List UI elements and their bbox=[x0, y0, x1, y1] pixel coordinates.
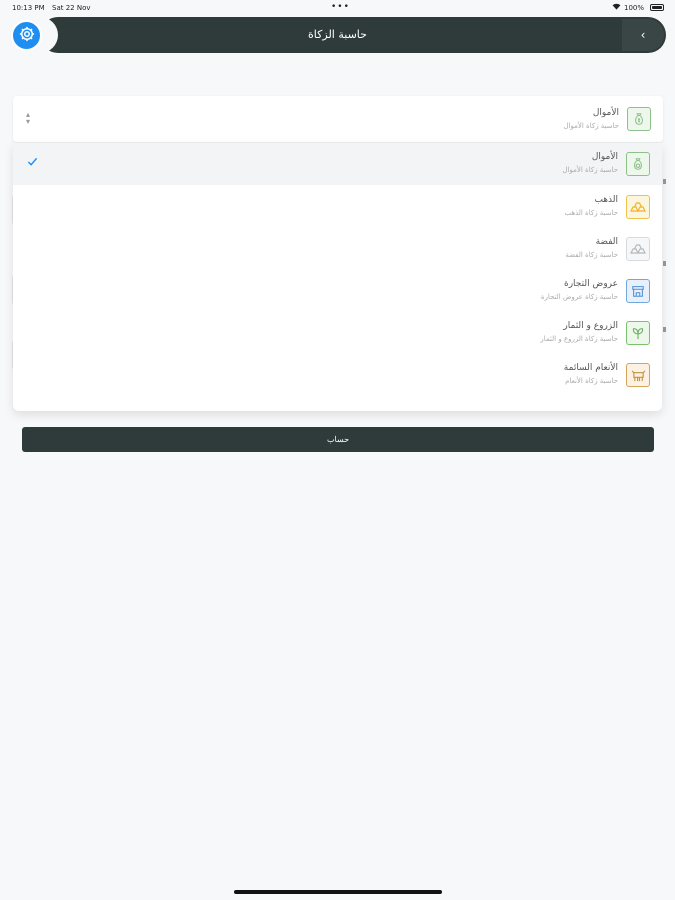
option-money[interactable]: الأموال حاسبة زكاة الأموال bbox=[13, 143, 662, 185]
option-crops[interactable]: الزروع و الثمار حاسبة زكاة الزروع و الثم… bbox=[13, 312, 662, 354]
option-subtitle: حاسبة زكاة الذهب bbox=[564, 209, 618, 217]
option-title: الذهب bbox=[594, 195, 618, 205]
money-bag-icon bbox=[626, 152, 650, 176]
option-subtitle: حاسبة زكاة الزروع و الثمار bbox=[540, 335, 618, 343]
battery-icon bbox=[650, 4, 664, 11]
home-indicator[interactable] bbox=[234, 890, 442, 894]
zakat-type-dropdown: الأموال حاسبة زكاة الأموال الذهب حاسبة ز… bbox=[13, 143, 662, 411]
calculate-button[interactable]: حساب bbox=[22, 427, 654, 452]
multitasking-dots[interactable]: ••• bbox=[331, 2, 350, 12]
gold-bars-icon bbox=[626, 195, 650, 219]
chevron-updown-icon: ▴ ▾ bbox=[25, 110, 30, 126]
back-button[interactable]: ‹ bbox=[622, 19, 664, 51]
status-time: 10:13 PM bbox=[12, 4, 45, 12]
livestock-icon bbox=[626, 363, 650, 387]
status-bar: 10:13 PM Sat 22 Nov ••• 100% bbox=[0, 0, 675, 16]
money-bag-icon bbox=[627, 107, 651, 131]
select-title: الأموال bbox=[592, 108, 619, 118]
option-title: الزروع و الثمار bbox=[563, 321, 618, 331]
wifi-icon bbox=[612, 3, 621, 12]
chevron-icon: ‹ bbox=[640, 28, 646, 42]
zakat-type-select[interactable]: ▴ ▾ الأموال حاسبة زكاة الأموال bbox=[13, 96, 663, 142]
option-title: الأنعام السائمة bbox=[563, 363, 618, 373]
option-subtitle: حاسبة زكاة الأموال bbox=[562, 166, 619, 174]
option-title: الفضة bbox=[595, 237, 618, 247]
option-trade-goods[interactable]: عروض التجارة حاسبة زكاة عروض التجارة bbox=[13, 270, 662, 312]
store-icon bbox=[626, 279, 650, 303]
battery-percentage: 100% bbox=[624, 4, 645, 12]
status-date: Sat 22 Nov bbox=[52, 4, 91, 12]
select-subtitle: حاسبة زكاة الأموال bbox=[563, 122, 620, 130]
field-label-mark bbox=[663, 327, 666, 332]
silver-bars-icon bbox=[626, 237, 650, 261]
option-gold[interactable]: الذهب حاسبة زكاة الذهب bbox=[13, 186, 662, 228]
option-title: الأموال bbox=[591, 152, 618, 162]
option-subtitle: حاسبة زكاة عروض التجارة bbox=[540, 293, 618, 301]
option-subtitle: حاسبة زكاة الأنعام bbox=[565, 377, 618, 385]
gear-icon bbox=[18, 25, 36, 47]
option-subtitle: حاسبة زكاة الفضة bbox=[565, 251, 618, 259]
option-title: عروض التجارة bbox=[564, 279, 618, 289]
option-silver[interactable]: الفضة حاسبة زكاة الفضة bbox=[13, 228, 662, 270]
plant-icon bbox=[626, 321, 650, 345]
field-label-mark bbox=[663, 261, 666, 266]
checkmark-icon bbox=[27, 156, 39, 168]
option-livestock[interactable]: الأنعام السائمة حاسبة زكاة الأنعام bbox=[13, 354, 662, 396]
field-label-mark bbox=[663, 179, 666, 184]
settings-button[interactable] bbox=[11, 20, 42, 51]
page-title: حاسبة الزكاة bbox=[308, 28, 367, 41]
